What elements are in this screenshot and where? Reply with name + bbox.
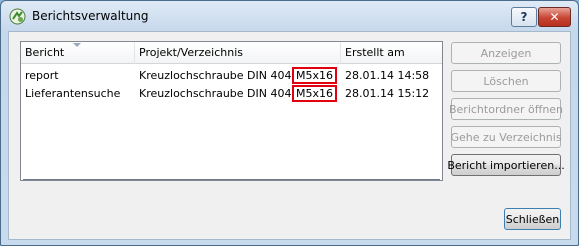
close-dialog-button[interactable]: Schließen: [504, 208, 561, 230]
project-path: Kreuzlochschraube DIN 404: [139, 87, 292, 100]
help-button[interactable]: ?: [511, 7, 537, 27]
report-project: Kreuzlochschraube DIN 404 M5x16: [135, 85, 341, 103]
import-report-button[interactable]: Bericht importieren...: [447, 154, 565, 176]
open-report-folder-button[interactable]: Berichtordner öffnen: [449, 98, 563, 120]
column-header-report-label: Bericht: [25, 46, 65, 59]
dialog-window: Berichtsverwaltung ? ✕ Bericht Projekt/V…: [0, 0, 579, 246]
app-icon: [9, 8, 26, 25]
delete-button[interactable]: Löschen: [451, 70, 561, 92]
show-button[interactable]: Anzeigen: [451, 42, 561, 64]
list-item[interactable]: report Kreuzlochschraube DIN 404 M5x16 2…: [21, 67, 442, 85]
column-header-project[interactable]: Projekt/Verzeichnis: [135, 42, 341, 64]
highlighted-size: M5x16: [291, 67, 337, 84]
list-header: Bericht Projekt/Verzeichnis Erstellt am: [21, 42, 442, 64]
report-created: 28.01.14 14:58: [345, 69, 430, 82]
report-name: Lieferantensuche: [25, 87, 121, 100]
column-header-created[interactable]: Erstellt am: [341, 42, 444, 64]
list-divider: [23, 179, 440, 180]
report-created: 28.01.14 15:12: [345, 87, 430, 100]
close-window-button[interactable]: ✕: [538, 7, 571, 27]
column-header-created-label: Erstellt am: [345, 46, 405, 59]
report-project: Kreuzlochschraube DIN 404 M5x16: [135, 67, 341, 85]
report-list[interactable]: Bericht Projekt/Verzeichnis Erstellt am …: [20, 41, 443, 181]
report-name: report: [25, 69, 59, 82]
go-to-directory-button[interactable]: Gehe zu Verzeichnis: [450, 126, 562, 148]
title-bar: Berichtsverwaltung ? ✕: [1, 1, 578, 31]
column-header-report[interactable]: Bericht: [21, 42, 135, 64]
window-title: Berichtsverwaltung: [32, 9, 149, 23]
dialog-client-area: Bericht Projekt/Verzeichnis Erstellt am …: [8, 31, 571, 240]
sort-indicator-icon: [73, 43, 81, 47]
highlighted-size: M5x16: [291, 85, 337, 102]
project-path: Kreuzlochschraube DIN 404: [139, 69, 292, 82]
list-item[interactable]: Lieferantensuche Kreuzlochschraube DIN 4…: [21, 85, 442, 103]
column-header-project-label: Projekt/Verzeichnis: [139, 46, 244, 59]
